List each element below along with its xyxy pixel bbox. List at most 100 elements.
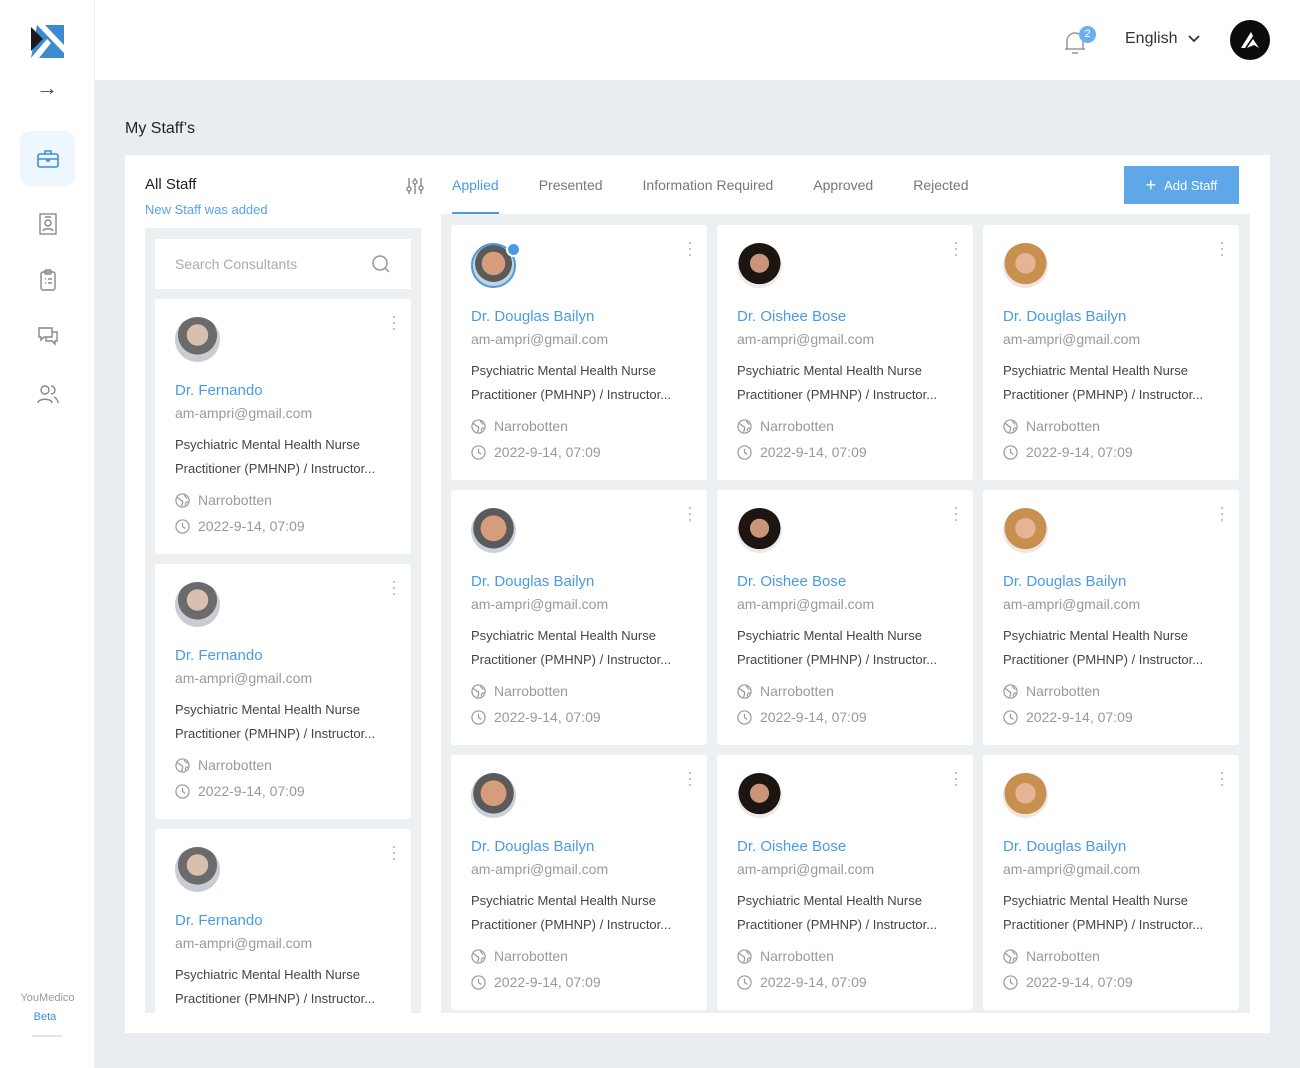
globe-icon bbox=[175, 757, 190, 773]
staff-email: am-ampri@gmail.com bbox=[175, 670, 313, 686]
globe-icon bbox=[1003, 683, 1018, 699]
more-options-icon[interactable]: · · · bbox=[953, 233, 959, 263]
avatar bbox=[737, 773, 782, 818]
location-text: Narrobotten bbox=[760, 418, 834, 434]
chat-icon bbox=[37, 326, 58, 346]
staff-role: Psychiatric Mental Health Nurse Practitio… bbox=[471, 359, 696, 407]
filter-sliders-icon[interactable] bbox=[405, 176, 425, 196]
nav-contacts[interactable] bbox=[20, 196, 75, 251]
location: Narrobotten bbox=[1003, 683, 1100, 699]
role-line-1: Psychiatric Mental Health Nurse bbox=[471, 893, 656, 908]
chevron-down-icon[interactable] bbox=[1186, 31, 1202, 47]
location-text: Narrobotten bbox=[1026, 418, 1100, 434]
staff-list[interactable]: ··· Dr. Fernando am-ampri@gmail.com Psyc… bbox=[145, 228, 421, 1013]
more-options-icon[interactable]: · · · bbox=[687, 233, 693, 263]
staff-card[interactable]: · · · Dr. Oishee Bose am-ampri@gmail.com P… bbox=[717, 225, 973, 480]
staff-card[interactable]: · · · Dr. Douglas Bailyn am-ampri@gmail.co… bbox=[983, 755, 1239, 1010]
staff-name[interactable]: Dr. Oishee Bose bbox=[737, 838, 846, 855]
expand-sidebar-icon[interactable]: → bbox=[36, 77, 60, 99]
time-text: 2022-9-14, 07:09 bbox=[760, 709, 867, 725]
staff-name[interactable]: Dr. Douglas Bailyn bbox=[471, 838, 594, 855]
staff-name[interactable]: Dr. Douglas Bailyn bbox=[471, 308, 594, 325]
location: Narrobotten bbox=[1003, 948, 1100, 964]
time-text: 2022-9-14, 07:09 bbox=[494, 709, 601, 725]
time-text: 2022-9-14, 07:09 bbox=[1026, 709, 1133, 725]
user-avatar[interactable] bbox=[1230, 20, 1270, 60]
staff-email: am-ampri@gmail.com bbox=[1003, 331, 1141, 347]
role-line-2: Practitioner (PMHNP) / Instructor... bbox=[1003, 387, 1204, 402]
chat-badge-icon bbox=[506, 242, 521, 257]
more-options-icon[interactable]: · · · bbox=[953, 763, 959, 793]
staff-role: Psychiatric Mental Health Nurse Practitio… bbox=[175, 698, 400, 746]
staff-card[interactable]: · · · Dr. Douglas Bailyn am-ampri@gmail.co… bbox=[983, 490, 1239, 745]
users-icon bbox=[36, 384, 59, 403]
add-staff-button[interactable]: + Add Staff bbox=[1124, 166, 1239, 204]
tab-presented[interactable]: Presented bbox=[539, 177, 603, 214]
staff-card[interactable]: · · · Dr. Douglas Bailyn am-ampri@gmail.co… bbox=[451, 490, 707, 745]
location-text: Narrobotten bbox=[494, 948, 568, 964]
tab-information-required[interactable]: Information Required bbox=[643, 177, 774, 214]
beta-label: Beta bbox=[33, 1011, 57, 1023]
timestamp: 2022-9-14, 07:09 bbox=[1003, 974, 1133, 990]
search-icon[interactable] bbox=[372, 255, 390, 273]
more-options-icon[interactable]: · · · bbox=[687, 763, 693, 793]
role-line-2: Practitioner (PMHNP) / Instructor... bbox=[175, 991, 376, 1006]
staff-name[interactable]: Dr. Oishee Bose bbox=[737, 308, 846, 325]
nav-staff[interactable] bbox=[20, 131, 75, 186]
staff-name[interactable]: Dr. Douglas Bailyn bbox=[1003, 308, 1126, 325]
nav-tasks[interactable] bbox=[20, 252, 75, 307]
clock-icon bbox=[737, 444, 752, 460]
staff-name[interactable]: Dr. Fernando bbox=[175, 382, 263, 399]
plus-icon: + bbox=[1145, 174, 1157, 195]
staff-email: am-ampri@gmail.com bbox=[1003, 596, 1141, 612]
location-text: Narrobotten bbox=[1026, 683, 1100, 699]
nav-users[interactable] bbox=[20, 366, 75, 421]
clock-icon bbox=[471, 974, 486, 990]
staff-name[interactable]: Dr. Fernando bbox=[175, 647, 263, 664]
staff-card[interactable]: · · · Dr. Douglas Bailyn am-ampri@gmail.co… bbox=[451, 225, 707, 480]
language-select[interactable]: English bbox=[1125, 30, 1177, 48]
tab-rejected[interactable]: Rejected bbox=[913, 177, 968, 214]
clock-icon bbox=[471, 444, 486, 460]
timestamp: 2022-9-14, 07:09 bbox=[175, 783, 305, 799]
staff-role: Psychiatric Mental Health Nurse Practitio… bbox=[737, 359, 962, 407]
staff-name[interactable]: Dr. Douglas Bailyn bbox=[471, 573, 594, 590]
staff-card[interactable]: · · · Dr. Douglas Bailyn am-ampri@gmail.co… bbox=[451, 755, 707, 1010]
staff-card[interactable]: · · · Dr. Oishee Bose am-ampri@gmail.com P… bbox=[717, 490, 973, 745]
timestamp: 2022-9-14, 07:09 bbox=[737, 709, 867, 725]
staff-card[interactable]: · · · Dr. Fernando am-ampri@gmail.com Psyc… bbox=[155, 564, 411, 819]
staff-email: am-ampri@gmail.com bbox=[737, 861, 875, 877]
staff-card[interactable]: · · · Dr. Fernando am-ampri@gmail.com Psyc… bbox=[155, 299, 411, 554]
staff-card[interactable]: · · · Dr. Oishee Bose am-ampri@gmail.com P… bbox=[717, 755, 973, 1010]
divider bbox=[32, 1035, 62, 1037]
nav-messages[interactable] bbox=[20, 308, 75, 363]
tab-applied[interactable]: Applied bbox=[452, 177, 499, 214]
clock-icon bbox=[1003, 974, 1018, 990]
role-line-1: Psychiatric Mental Health Nurse bbox=[737, 628, 922, 643]
notification-badge: 2 bbox=[1079, 26, 1096, 43]
more-options-icon[interactable]: · · · bbox=[391, 572, 397, 602]
globe-icon bbox=[737, 948, 752, 964]
more-options-icon[interactable]: · · · bbox=[953, 498, 959, 528]
location: Narrobotten bbox=[471, 948, 568, 964]
sidebar: → YouMedico Beta bbox=[0, 0, 95, 1068]
more-options-icon[interactable]: · · · bbox=[1219, 498, 1225, 528]
timestamp: 2022-9-14, 07:09 bbox=[1003, 709, 1133, 725]
staff-name[interactable]: Dr. Douglas Bailyn bbox=[1003, 838, 1126, 855]
tab-approved[interactable]: Approved bbox=[813, 177, 873, 214]
staff-name[interactable]: Dr. Douglas Bailyn bbox=[1003, 573, 1126, 590]
role-line-2: Practitioner (PMHNP) / Instructor... bbox=[175, 461, 376, 476]
more-options-icon[interactable]: · · · bbox=[391, 307, 397, 337]
staff-name[interactable]: Dr. Fernando bbox=[175, 912, 263, 929]
time-text: 2022-9-14, 07:09 bbox=[760, 974, 867, 990]
more-options-icon[interactable]: · · · bbox=[1219, 233, 1225, 263]
staff-card[interactable]: · · · Dr. Fernando am-ampri@gmail.com Psyc… bbox=[155, 829, 411, 1013]
new-staff-notice[interactable]: New Staff was added bbox=[145, 202, 268, 217]
more-options-icon[interactable]: · · · bbox=[391, 837, 397, 867]
staff-card[interactable]: · · · Dr. Douglas Bailyn am-ampri@gmail.co… bbox=[983, 225, 1239, 480]
more-options-icon[interactable]: · · · bbox=[1219, 763, 1225, 793]
staff-name[interactable]: Dr. Oishee Bose bbox=[737, 573, 846, 590]
timestamp: 2022-9-14, 07:09 bbox=[471, 444, 601, 460]
more-options-icon[interactable]: · · · bbox=[687, 498, 693, 528]
avatar bbox=[175, 317, 220, 362]
